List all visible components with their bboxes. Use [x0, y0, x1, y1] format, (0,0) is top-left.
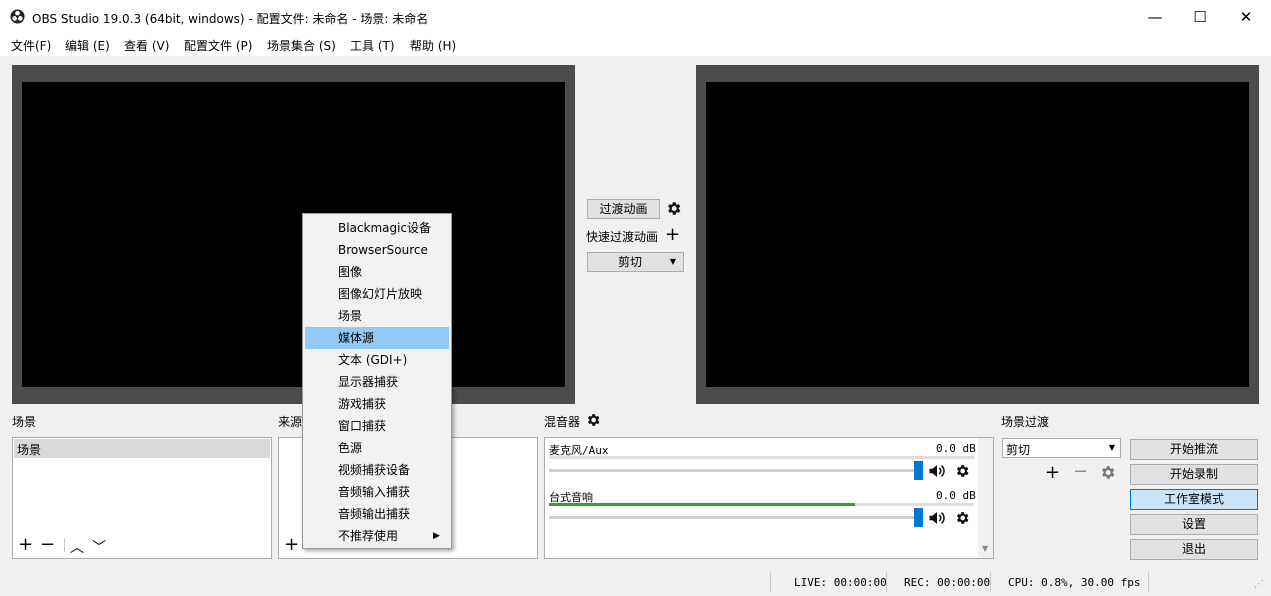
- scenes-panel: 场景 + − ︿ ﹀: [12, 437, 272, 559]
- resize-grip-icon[interactable]: ⋰: [1254, 579, 1264, 590]
- channel-level-desktop: 0.0 dB: [936, 489, 976, 502]
- volume-slider-handle-desktop[interactable]: [914, 508, 923, 527]
- menu-bar: 文件(F) 编辑 (E) 查看 (V) 配置文件 (P) 场景集合 (S) 工具…: [0, 34, 1271, 56]
- mixer-scrollbar[interactable]: ▼: [978, 438, 993, 558]
- meter-fill-desktop: [549, 503, 855, 506]
- menu-view[interactable]: 查看 (V): [124, 37, 169, 54]
- start-streaming-button[interactable]: 开始推流: [1130, 439, 1258, 460]
- scenes-title: 场景: [12, 415, 37, 429]
- menu-profile[interactable]: 配置文件 (P): [184, 37, 252, 54]
- menu-item-video-capture[interactable]: 视频捕获设备: [305, 459, 449, 481]
- gear-icon[interactable]: [1099, 464, 1116, 481]
- preview-frame: [12, 65, 575, 404]
- program-canvas[interactable]: [706, 82, 1249, 387]
- start-recording-button[interactable]: 开始录制: [1130, 464, 1258, 485]
- cut-select-value: 剪切: [618, 255, 643, 269]
- transition-select-value: 剪切: [1006, 443, 1031, 457]
- menu-file[interactable]: 文件(F): [11, 37, 51, 54]
- menu-item-image-slideshow[interactable]: 图像幻灯片放映: [305, 283, 449, 305]
- volume-meter-desktop: [549, 503, 974, 506]
- menu-tools[interactable]: 工具 (T): [350, 37, 395, 54]
- speaker-icon[interactable]: [928, 510, 946, 526]
- status-divider: [886, 572, 887, 592]
- chevron-down-icon: ▼: [669, 257, 676, 266]
- channel-level-mic: 0.0 dB: [936, 442, 976, 455]
- move-up-icon[interactable]: ︿: [70, 537, 84, 557]
- menu-help[interactable]: 帮助 (H): [410, 37, 456, 54]
- move-down-icon[interactable]: ﹀: [92, 537, 106, 557]
- add-quick-transition-icon[interactable]: +: [665, 226, 680, 244]
- status-divider: [990, 572, 991, 592]
- remove-scene-icon[interactable]: −: [40, 536, 55, 554]
- live-timer: LIVE: 00:00:00: [794, 576, 887, 589]
- speaker-icon[interactable]: [928, 463, 946, 479]
- program-frame: [696, 65, 1259, 404]
- menu-item-deprecated-label: 不推荐使用: [338, 529, 399, 543]
- menu-item-blackmagic[interactable]: Blackmagic设备: [305, 217, 449, 239]
- transition-button[interactable]: 过渡动画: [587, 199, 660, 219]
- add-source-icon[interactable]: +: [284, 536, 299, 554]
- cut-select[interactable]: 剪切 ▼: [587, 252, 684, 272]
- gear-icon[interactable]: [954, 463, 970, 479]
- menu-item-audio-output[interactable]: 音频输出捕获: [305, 503, 449, 525]
- minimize-button[interactable]: —: [1132, 0, 1178, 34]
- window-title: OBS Studio 19.0.3 (64bit, windows) - 配置文…: [32, 12, 429, 26]
- menu-edit[interactable]: 编辑 (E): [65, 37, 110, 54]
- add-scene-icon[interactable]: +: [18, 536, 33, 554]
- obs-logo-icon: [10, 9, 25, 24]
- remove-transition-icon[interactable]: −: [1073, 463, 1088, 481]
- toolbar-divider: [64, 538, 65, 552]
- menu-item-color-source[interactable]: 色源: [305, 437, 449, 459]
- volume-slider-handle-mic[interactable]: [914, 461, 923, 480]
- gear-icon[interactable]: [665, 200, 682, 217]
- scene-list-item[interactable]: 场景: [14, 439, 270, 458]
- volume-slider-track-mic[interactable]: [549, 469, 921, 472]
- quick-transition-label: 快速过渡动画: [586, 230, 659, 244]
- status-divider: [1148, 572, 1149, 592]
- scene-transition-title: 场景过渡: [1001, 415, 1050, 429]
- maximize-button[interactable]: ☐: [1177, 0, 1223, 34]
- mixer-title: 混音器: [544, 415, 581, 429]
- sources-title: 来源: [278, 415, 303, 429]
- menu-item-display-capture[interactable]: 显示器捕获: [305, 371, 449, 393]
- scene-item-label: 场景: [17, 443, 42, 457]
- menu-item-deprecated[interactable]: 不推荐使用 ▶: [305, 525, 449, 547]
- menu-item-scene[interactable]: 场景: [305, 305, 449, 327]
- close-button[interactable]: ✕: [1223, 0, 1269, 34]
- preview-canvas[interactable]: [22, 82, 565, 387]
- menu-item-window-capture[interactable]: 窗口捕获: [305, 415, 449, 437]
- exit-button[interactable]: 退出: [1130, 539, 1258, 560]
- submenu-arrow-icon: ▶: [433, 531, 440, 541]
- status-bar: LIVE: 00:00:00 REC: 00:00:00 CPU: 0.8%, …: [0, 569, 1271, 596]
- menu-item-browser-source[interactable]: BrowserSource: [305, 239, 449, 261]
- title-bar[interactable]: OBS Studio 19.0.3 (64bit, windows) - 配置文…: [0, 0, 1271, 34]
- menu-item-image[interactable]: 图像: [305, 261, 449, 283]
- menu-item-game-capture[interactable]: 游戏捕获: [305, 393, 449, 415]
- volume-meter-mic: [549, 456, 974, 459]
- add-transition-icon[interactable]: +: [1045, 464, 1060, 482]
- status-divider: [770, 572, 771, 592]
- transition-select[interactable]: 剪切 ▼: [1002, 438, 1121, 458]
- rec-timer: REC: 00:00:00: [904, 576, 991, 589]
- menu-item-text-gdi[interactable]: 文本 (GDI+): [305, 349, 449, 371]
- settings-button[interactable]: 设置: [1130, 514, 1258, 535]
- menu-scene-collection[interactable]: 场景集合 (S): [267, 37, 336, 54]
- chevron-down-icon: ▼: [1108, 443, 1115, 452]
- menu-item-audio-input[interactable]: 音频输入捕获: [305, 481, 449, 503]
- add-source-context-menu: Blackmagic设备 BrowserSource 图像 图像幻灯片放映 场景…: [302, 213, 452, 549]
- menu-item-media-source[interactable]: 媒体源: [305, 327, 449, 349]
- mixer-panel: 麦克风/Aux 0.0 dB 台式音响 0.0 dB ▼: [544, 437, 994, 559]
- studio-mode-button[interactable]: 工作室模式: [1130, 489, 1258, 510]
- scroll-down-icon[interactable]: ▼: [982, 544, 988, 553]
- volume-slider-track-desktop[interactable]: [549, 516, 921, 519]
- gear-icon[interactable]: [585, 412, 601, 428]
- cpu-fps: CPU: 0.8%, 30.00 fps: [1008, 576, 1141, 589]
- gear-icon[interactable]: [954, 510, 970, 526]
